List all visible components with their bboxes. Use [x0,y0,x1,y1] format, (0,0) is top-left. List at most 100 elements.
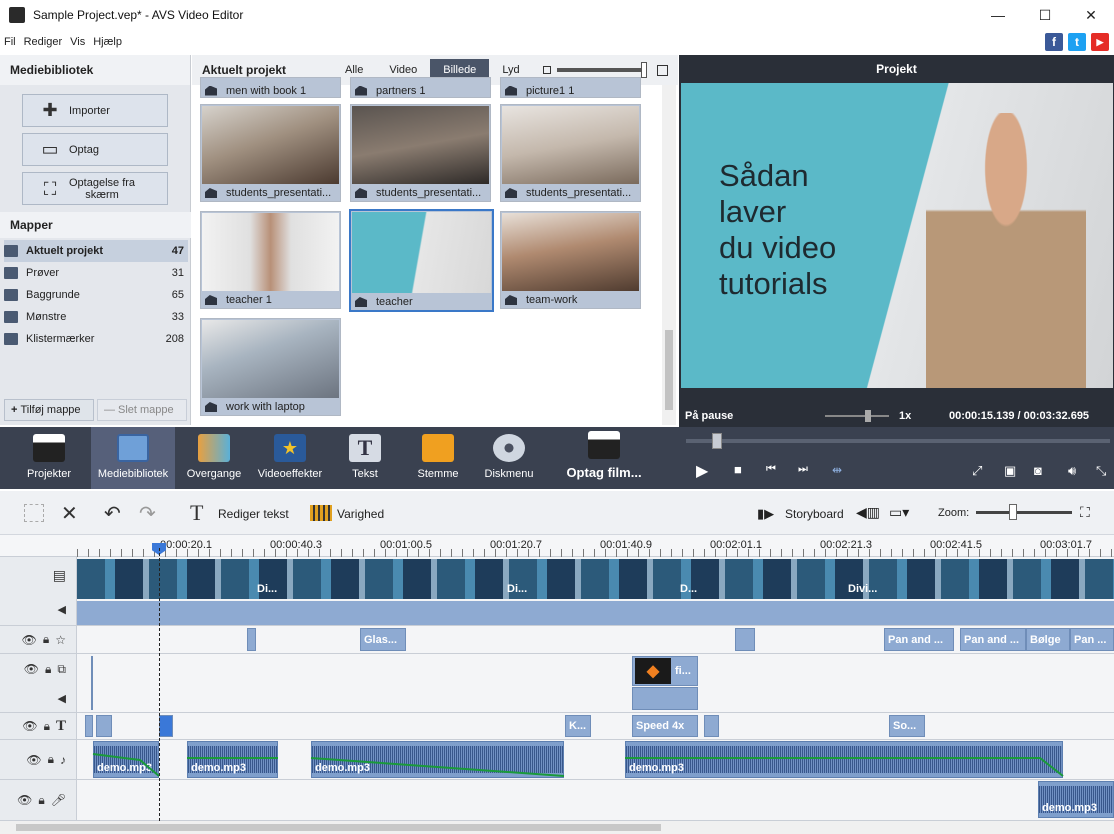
youtube-icon[interactable]: ▶ [1091,33,1109,51]
undo-icon[interactable]: ↶ [104,501,121,526]
zoom-slider[interactable] [976,504,1072,520]
voice-clip[interactable]: demo.mp3 [1038,781,1114,818]
overlay-clip[interactable]: ◆ fi... [632,656,698,686]
tool-video-effects[interactable]: ★ Videoeffekter [252,427,328,489]
folder-current-project[interactable]: Aktuelt projekt 47 [4,240,188,262]
tool-projects[interactable]: Projekter [10,427,88,489]
fullscreen-icon[interactable]: ⤢ [972,463,982,479]
text-clip[interactable] [85,715,93,737]
detach-icon[interactable]: ⤡ [1096,463,1106,479]
text-clip[interactable] [704,715,719,737]
tool-text[interactable]: T Tekst [332,427,398,489]
lock-icon[interactable]: 🔒︎ [44,719,50,734]
effect-clip[interactable]: Glas... [360,628,406,651]
media-item[interactable]: students_presentati... [350,104,491,202]
effect-clip[interactable]: Bølge [1026,628,1070,651]
minimize-button[interactable]: — [975,0,1021,30]
folder-stickers[interactable]: Klistermærker 208 [4,328,188,350]
lock-icon[interactable]: 🔒︎ [43,632,49,647]
video-clip-label[interactable]: Di... [504,579,527,599]
video-clip-label[interactable]: D... [677,579,697,599]
redo-icon[interactable]: ↷ [139,501,156,526]
record-button[interactable]: ▭ Optag [22,133,168,166]
volume-envelope[interactable] [0,740,1114,780]
text-clip[interactable]: So... [889,715,925,737]
media-item-selected[interactable]: teacher [349,209,494,312]
edit-text-icon[interactable]: T [190,500,203,526]
effect-clip[interactable]: Pan ... [1070,628,1114,651]
media-item[interactable]: students_presentati... [200,104,341,202]
import-button[interactable]: ✚ Importer [22,94,168,127]
folder-samples[interactable]: Prøver 31 [4,262,188,284]
menu-file[interactable]: Fil [4,36,16,48]
media-item[interactable]: team-work [500,211,641,309]
effect-clip[interactable] [247,628,256,651]
media-item[interactable]: work with laptop [200,318,341,416]
screen-capture-button[interactable]: ⛶ Optagelse fra skærm [22,172,168,205]
tool-transitions[interactable]: Overgange [178,427,250,489]
lock-icon[interactable]: 🔒︎ [38,793,44,808]
mute-icon[interactable]: ◀︎ [58,603,66,616]
twitter-icon[interactable]: t [1068,33,1086,51]
fit-timeline-icon[interactable]: ⛶ [1080,504,1090,521]
folder-backgrounds[interactable]: Baggrunde 65 [4,284,188,306]
edit-text-button[interactable]: Rediger tekst [218,507,289,521]
play-icon[interactable]: ▶ [696,461,708,481]
tool-media-library[interactable]: Mediebibliotek [91,427,175,489]
facebook-icon[interactable]: f [1045,33,1063,51]
video-clip-label[interactable]: Di... [254,579,277,599]
text-clip[interactable]: K... [565,715,591,737]
timeline-scrollbar[interactable] [0,821,1114,834]
speed-slider[interactable] [825,410,889,422]
add-folder-button[interactable]: + Tilføj mappe [4,399,94,421]
produce-movie-button[interactable]: Optag film... [556,427,652,489]
delete-icon[interactable]: ✕ [61,501,78,526]
screen-icon[interactable]: ▣ [1004,463,1016,479]
tool-disc-menu[interactable]: Diskmenu [476,427,542,489]
menu-edit[interactable]: Rediger [24,36,63,48]
text-clip-selected[interactable] [159,715,173,737]
eye-icon[interactable]: 👁︎ [22,633,37,647]
media-item[interactable]: partners 1 [350,77,491,98]
video-clips-strip[interactable] [77,559,1114,599]
overlay-audio-clip[interactable] [632,687,698,710]
effect-clip[interactable]: Pan and ... [960,628,1026,651]
menu-help[interactable]: Hjælp [93,36,122,48]
eye-icon[interactable]: 👁︎ [24,662,39,676]
previous-frame-icon[interactable]: ⏮ [766,463,776,476]
duration-button[interactable]: Varighed [337,507,384,521]
media-item[interactable]: picture1 1 [500,77,641,98]
video-clip-label[interactable]: Divi... [845,579,877,599]
stop-icon[interactable]: ■ [734,462,742,477]
timeline-ruler[interactable]: 00:00:20.1 00:00:40.3 00:01:00.5 00:01:2… [0,535,1114,557]
seek-bar[interactable] [686,433,1110,449]
eye-icon[interactable]: 👁︎ [22,719,37,733]
delete-folder-button[interactable]: — Slet mappe [97,399,187,421]
close-button[interactable]: ✕ [1068,0,1114,30]
audio-mixer-icon[interactable]: ◀▥ [856,504,880,521]
tool-voice[interactable]: Stemme [405,427,471,489]
eye-icon[interactable]: 👁︎ [17,793,32,807]
effect-clip[interactable]: Pan and ... [884,628,954,651]
lock-icon[interactable]: 🔒︎ [45,662,51,676]
small-thumb-icon[interactable] [542,66,551,74]
snapshot-icon[interactable]: ◙ [1034,463,1042,478]
folder-patterns[interactable]: Mønstre 33 [4,306,188,328]
menu-view[interactable]: Vis [70,36,85,48]
next-frame-icon[interactable]: ⏭ [798,463,808,476]
effect-clip[interactable] [735,628,755,651]
large-thumb-icon[interactable] [656,64,668,76]
storyboard-button[interactable]: Storyboard [785,507,844,521]
text-clip[interactable] [96,715,112,737]
text-clip[interactable]: Speed 4x [632,715,698,737]
thumb-size-slider[interactable] [556,62,647,78]
maximize-button[interactable]: ☐ [1022,0,1068,30]
trim-icon[interactable] [24,504,44,522]
aspect-ratio-icon[interactable]: ▭▾ [889,504,909,521]
media-item[interactable]: teacher 1 [200,211,341,309]
split-icon[interactable]: ⇹ [832,463,842,477]
media-scrollbar[interactable] [662,85,676,425]
media-item[interactable]: men with book 1 [200,77,341,98]
video-audio-strip[interactable] [77,601,1114,625]
volume-icon[interactable]: 🔊︎ [1068,463,1076,479]
